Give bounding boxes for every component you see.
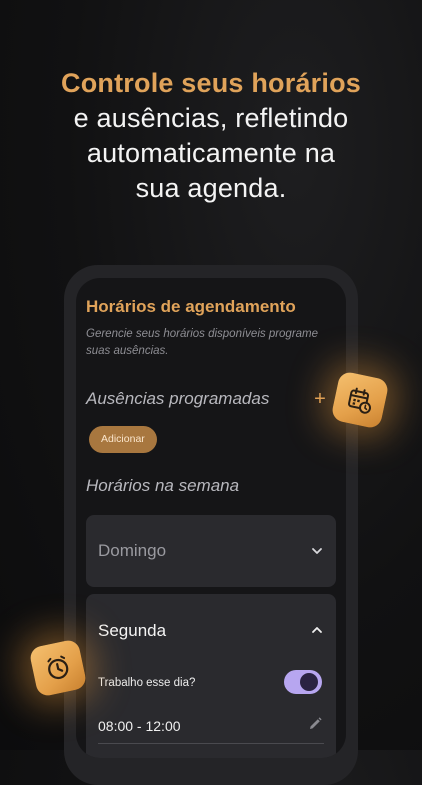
screen-title: Horários de agendamento (86, 297, 296, 316)
pencil-icon[interactable] (307, 716, 323, 732)
time-range-value: 08:00 - 12:00 (98, 718, 181, 734)
phone-screen: Horários de agendamento Gerencie seus ho… (76, 278, 346, 758)
clock-badge (28, 638, 88, 698)
calendar-clock-badge (330, 370, 390, 430)
works-this-day-toggle[interactable] (284, 670, 322, 694)
headline-line-3: automaticamente na (86, 138, 336, 168)
headline-line-4: sua agenda. (135, 173, 287, 203)
day-name-sunday: Domingo (98, 541, 167, 560)
headline-line-2: e ausências, refletindo (73, 103, 349, 133)
works-this-day-label: Trabalho esse dia? (98, 677, 196, 689)
promo-headline: Controle seus horários e ausências, refl… (0, 66, 422, 206)
day-card-monday[interactable]: Segunda Trabalho esse dia? 08:00 - 12:00 (86, 594, 336, 758)
headline-line-1: Controle seus horários (61, 68, 361, 98)
screen-subtitle: Gerencie seus horários disponíveis progr… (86, 328, 319, 357)
day-card-sunday[interactable]: Domingo (86, 515, 336, 587)
weekly-hours-heading: Horários na semana (86, 476, 240, 495)
chevron-up-icon[interactable] (310, 623, 324, 637)
time-range-underline (98, 743, 324, 744)
add-absence-button[interactable]: Adicionar (89, 426, 157, 453)
chevron-down-icon[interactable] (310, 544, 324, 558)
absences-heading: Ausências programadas (86, 389, 270, 408)
add-absence-plus-button[interactable]: + (310, 388, 330, 410)
toggle-knob (300, 673, 318, 691)
calendar-clock-icon (348, 387, 372, 414)
clock-icon (47, 655, 69, 680)
day-name-monday: Segunda (98, 621, 167, 640)
